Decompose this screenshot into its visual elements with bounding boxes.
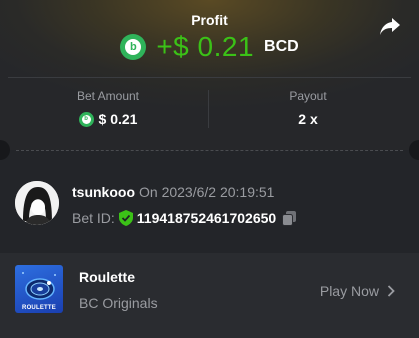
ticket-notch-right [409, 140, 419, 160]
copy-icon[interactable] [282, 210, 297, 226]
user-row: tsunkooo On 2023/6/2 20:19:51 Bet ID: 119… [15, 181, 297, 226]
bet-amount-label: Bet Amount [76, 89, 140, 103]
play-now-label: Play Now [319, 283, 379, 299]
bet-date: On 2023/6/2 20:19:51 [139, 184, 275, 200]
dashed-separator [16, 150, 403, 151]
avatar[interactable] [15, 181, 59, 225]
profit-value: +$ 0.21 [156, 31, 255, 62]
username[interactable]: tsunkooo [72, 184, 135, 200]
bet-id-label: Bet ID: [72, 210, 115, 226]
payout: Payout 2 x [208, 89, 408, 127]
share-button[interactable] [379, 16, 401, 36]
game-panel[interactable]: ROULETTE Roulette BC Originals Play Now [0, 253, 419, 338]
profit-row: b +$ 0.21 BCD [0, 31, 419, 63]
bet-id-value: 119418752461702650 [136, 210, 277, 226]
bet-amount: Bet Amount b $ 0.21 [8, 89, 208, 127]
bet-detail-card: Profit b +$ 0.21 BCD Bet Amount b $ 0.21… [0, 0, 419, 338]
payout-label: Payout [289, 89, 327, 103]
coin-icon: b [120, 34, 147, 60]
profit-label: Profit [191, 12, 228, 28]
play-now-button[interactable]: Play Now [320, 283, 395, 299]
avatar-image [15, 181, 59, 225]
coin-icon: b [78, 111, 94, 127]
payout-value: 2 x [298, 111, 318, 127]
thumbnail-label: ROULETTE [22, 305, 56, 311]
game-title: Roulette [79, 269, 135, 285]
profit-currency: BCD [264, 38, 299, 55]
shield-check-icon [118, 210, 133, 226]
bet-amount-value: $ 0.21 [98, 111, 138, 127]
share-icon [380, 18, 400, 35]
game-provider: BC Originals [79, 295, 158, 311]
game-thumbnail[interactable]: ROULETTE [15, 265, 63, 313]
divider [8, 77, 411, 78]
chevron-right-icon [387, 285, 395, 297]
